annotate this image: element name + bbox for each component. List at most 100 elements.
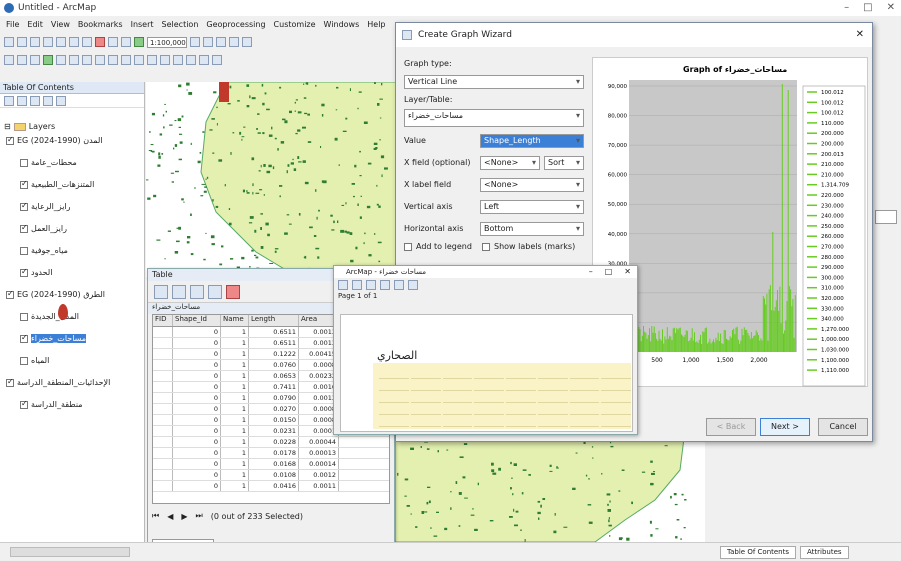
report-close-icon[interactable]: ✕	[624, 267, 631, 276]
layer-visibility-checkbox[interactable]	[20, 333, 28, 343]
minimize-icon[interactable]: –	[844, 2, 849, 13]
toc-layer-item[interactable]: المتنزهات_الطبيعية	[20, 179, 94, 189]
layer-visibility-checkbox[interactable]	[20, 356, 28, 365]
menu-view[interactable]: View	[51, 20, 70, 29]
toc-layer-item[interactable]: منطقة_الدراسة	[20, 399, 83, 409]
toc-layer-item[interactable]: رايز_الرعاية	[20, 201, 71, 211]
report-next-page-icon[interactable]	[408, 280, 418, 290]
clear-selection-icon[interactable]	[121, 55, 131, 65]
menu-geoprocessing[interactable]: Geoprocessing	[206, 20, 265, 29]
report-export-icon[interactable]	[352, 280, 362, 290]
toc-layer-item[interactable]: EG (2024-1990) المدن	[6, 135, 103, 145]
expand-icon[interactable]: ⊟	[4, 122, 11, 131]
toc-layer-item[interactable]: المياه	[20, 356, 49, 365]
layer-visibility-checkbox[interactable]	[20, 179, 28, 189]
full-extent-icon[interactable]	[43, 55, 53, 65]
layer-table-select[interactable]: مساحات_خضراء	[404, 109, 584, 127]
paste-icon[interactable]	[82, 37, 92, 47]
back-button[interactable]: < Back	[706, 418, 756, 436]
search-icon[interactable]	[229, 37, 239, 47]
back-extent-icon[interactable]	[82, 55, 92, 65]
menu-file[interactable]: File	[6, 20, 19, 29]
table-row[interactable]: 0 1 0.0416 0.0011	[153, 481, 389, 492]
vertical-axis-select[interactable]: Left	[480, 200, 584, 214]
catalog-icon[interactable]	[216, 37, 226, 47]
scale-input[interactable]: 1:100,000	[147, 36, 187, 48]
toc-icon[interactable]	[203, 37, 213, 47]
print-icon[interactable]	[43, 37, 53, 47]
report-print-icon[interactable]	[338, 280, 348, 290]
list-by-visibility-icon[interactable]	[30, 96, 40, 106]
show-labels-option[interactable]: Show labels (marks)	[482, 242, 575, 251]
layer-visibility-checkbox[interactable]	[6, 289, 14, 299]
column-header[interactable]: Length	[249, 315, 299, 326]
time-slider-icon[interactable]	[212, 55, 222, 65]
layer-visibility-checkbox[interactable]	[20, 267, 28, 277]
table-row[interactable]: 0 1 0.0108 0.0012	[153, 470, 389, 481]
x-field-select[interactable]: <None>	[480, 156, 540, 170]
delete-icon[interactable]	[95, 37, 105, 47]
add-data-icon[interactable]	[134, 37, 144, 47]
column-header[interactable]: FID	[153, 315, 173, 326]
layer-visibility-checkbox[interactable]	[20, 158, 28, 167]
copy-icon[interactable]	[69, 37, 79, 47]
menu-edit[interactable]: Edit	[27, 20, 43, 29]
pan-icon[interactable]	[30, 55, 40, 65]
show-labels-checkbox[interactable]	[482, 242, 490, 251]
menu-windows[interactable]: Windows	[324, 20, 360, 29]
fixed-zoom-out-icon[interactable]	[69, 55, 79, 65]
value-field-select[interactable]: Shape_Length	[480, 134, 584, 148]
delete-selected-icon[interactable]	[226, 285, 240, 299]
layer-visibility-checkbox[interactable]	[20, 312, 28, 321]
options-icon[interactable]	[56, 96, 66, 106]
html-popup-icon[interactable]	[199, 55, 209, 65]
dock-tab-icon[interactable]	[875, 210, 897, 224]
prev-record-icon[interactable]: ◀	[167, 512, 173, 521]
table-row[interactable]: 0 1 0.0178 0.00013	[153, 448, 389, 459]
related-tables-icon[interactable]	[172, 285, 186, 299]
toc-layer-item[interactable]: رايز_العمل	[20, 223, 67, 233]
switch-selection-icon[interactable]	[208, 285, 222, 299]
table-row[interactable]: 0 1 0.0228 0.00044	[153, 437, 389, 448]
identify-icon[interactable]	[147, 55, 157, 65]
column-header[interactable]: Name	[221, 315, 249, 326]
toc-dock-tab[interactable]: Table Of Contents	[720, 546, 797, 559]
next-record-icon[interactable]: ▶	[181, 512, 187, 521]
list-by-source-icon[interactable]	[17, 96, 27, 106]
report-minimize-icon[interactable]: –	[589, 267, 593, 276]
menu-customize[interactable]: Customize	[274, 20, 316, 29]
sort-select[interactable]: Sort	[544, 156, 584, 170]
layer-visibility-checkbox[interactable]	[20, 399, 28, 409]
menu-bookmarks[interactable]: Bookmarks	[78, 20, 123, 29]
measure-icon[interactable]	[173, 55, 183, 65]
hyperlink-icon[interactable]	[186, 55, 196, 65]
add-legend-checkbox[interactable]	[404, 242, 412, 251]
redo-icon[interactable]	[121, 37, 131, 47]
toc-layer-item[interactable]: الحدود	[20, 267, 52, 277]
map-view-lower[interactable]	[395, 430, 705, 542]
column-header[interactable]: Shape_Id	[173, 315, 221, 326]
menu-selection[interactable]: Selection	[162, 20, 199, 29]
report-prev-page-icon[interactable]	[394, 280, 404, 290]
table-options-icon[interactable]	[154, 285, 168, 299]
list-by-selection-icon[interactable]	[43, 96, 53, 106]
layer-visibility-checkbox[interactable]	[6, 135, 14, 145]
new-icon[interactable]	[4, 37, 14, 47]
arctoolbox-icon[interactable]	[242, 37, 252, 47]
toc-layer-item[interactable]: مياه_جوفية	[20, 246, 68, 255]
zoom-in-icon[interactable]	[4, 55, 14, 65]
menu-insert[interactable]: Insert	[131, 20, 154, 29]
next-button[interactable]: Next >	[760, 418, 810, 436]
forward-extent-icon[interactable]	[95, 55, 105, 65]
wizard-close-icon[interactable]: ✕	[856, 29, 864, 40]
report-first-page-icon[interactable]	[380, 280, 390, 290]
first-record-icon[interactable]: ⏮	[152, 511, 159, 521]
horizontal-scrollbar[interactable]	[10, 547, 130, 557]
layer-visibility-checkbox[interactable]	[20, 223, 28, 233]
toc-layer-item[interactable]: EG (2024-1990) الطرق	[6, 289, 105, 299]
maximize-icon[interactable]: □	[863, 2, 872, 13]
horizontal-axis-select[interactable]: Bottom	[480, 222, 584, 236]
toc-layer-item[interactable]: محطات_عامة	[20, 158, 77, 167]
toc-layer-item[interactable]: المدن_الجديدة	[20, 312, 79, 321]
select-elements-icon[interactable]	[134, 55, 144, 65]
